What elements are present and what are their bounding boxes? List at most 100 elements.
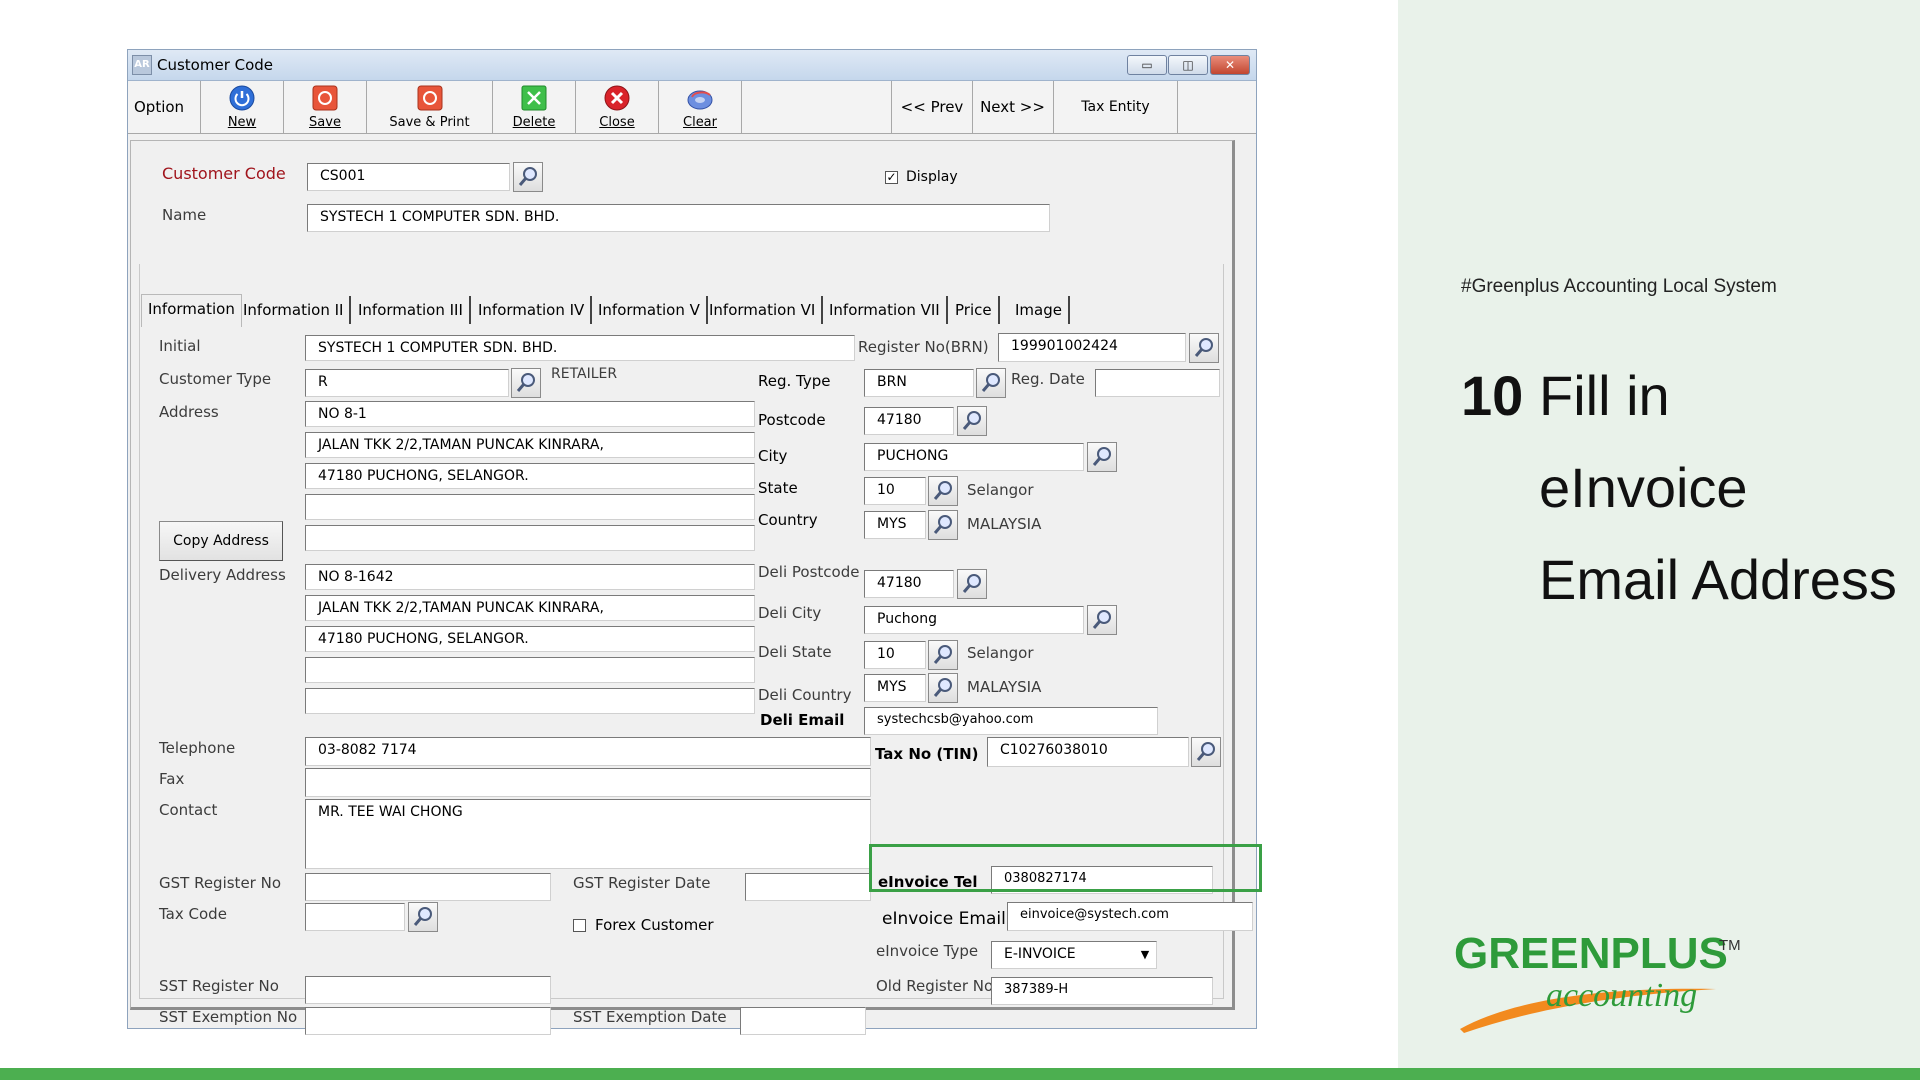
country-description: MALAYSIA	[967, 515, 1042, 533]
clear-label: Clear	[683, 115, 717, 130]
window-close-button[interactable]: ✕	[1210, 55, 1250, 75]
reg-type-search-button[interactable]	[976, 368, 1006, 398]
address-line-5[interactable]	[305, 525, 755, 551]
step-line-2: eInvoice	[1539, 456, 1748, 519]
deli-state-search-button[interactable]	[928, 640, 958, 670]
reg-type-input[interactable]: BRN	[864, 369, 974, 397]
deli-state-label: Deli State	[758, 643, 832, 661]
search-icon	[516, 373, 535, 392]
sst-exemption-no-input[interactable]	[305, 1007, 551, 1035]
name-label: Name	[162, 206, 207, 224]
city-input[interactable]: PUCHONG	[864, 443, 1084, 471]
telephone-input[interactable]: 03-8082 7174	[305, 737, 871, 766]
country-input[interactable]: MYS	[864, 511, 926, 539]
gst-register-no-label: GST Register No	[159, 874, 281, 892]
einvoice-type-select[interactable]: E-INVOICE	[991, 941, 1157, 969]
forex-customer-label: Forex Customer	[595, 916, 714, 934]
old-register-no-input[interactable]: 387389-H	[991, 977, 1213, 1005]
einvoice-email-label: eInvoice Email	[882, 909, 1006, 929]
save-button[interactable]: Save	[284, 81, 367, 133]
close-icon	[604, 85, 630, 111]
display-checkbox[interactable]: ✓	[885, 171, 898, 184]
address-line-4[interactable]	[305, 494, 755, 520]
delivery-line-1[interactable]: NO 8-1642	[305, 564, 755, 590]
einvoice-email-input[interactable]: einvoice@systech.com	[1007, 902, 1253, 931]
customer-code-label: Customer Code	[162, 164, 286, 183]
country-label: Country	[758, 511, 818, 529]
reg-date-input[interactable]	[1095, 369, 1220, 397]
gst-register-date-label: GST Register Date	[573, 874, 711, 892]
new-label: New	[227, 115, 257, 130]
city-search-button[interactable]	[1087, 442, 1117, 472]
deli-postcode-input[interactable]: 47180	[864, 570, 954, 598]
search-icon	[518, 167, 537, 186]
tax-code-search-button[interactable]	[408, 902, 438, 932]
minimize-button[interactable]: ▭	[1127, 55, 1167, 75]
contact-input[interactable]: MR. TEE WAI CHONG	[305, 799, 871, 869]
state-input[interactable]: 10	[864, 477, 926, 505]
customer-code-search-button[interactable]	[513, 162, 543, 192]
option-menu[interactable]: Option	[134, 81, 201, 133]
search-icon	[933, 678, 952, 697]
tax-entity-button[interactable]: Tax Entity	[1054, 81, 1178, 133]
initial-input[interactable]: SYSTECH 1 COMPUTER SDN. BHD.	[305, 335, 855, 361]
gst-register-date-input[interactable]	[745, 873, 871, 901]
address-line-3[interactable]: 47180 PUCHONG, SELANGOR.	[305, 463, 755, 489]
name-input[interactable]: SYSTECH 1 COMPUTER SDN. BHD.	[307, 204, 1050, 232]
fax-input[interactable]	[305, 768, 871, 797]
power-icon	[229, 85, 255, 111]
save-print-button[interactable]: Save & Print	[367, 81, 493, 133]
reg-type-label: Reg. Type	[758, 372, 831, 390]
delivery-line-2[interactable]: JALAN TKK 2/2,TAMAN PUNCAK KINRARA,	[305, 595, 755, 621]
deli-city-search-button[interactable]	[1087, 605, 1117, 635]
delivery-line-3[interactable]: 47180 PUCHONG, SELANGOR.	[305, 626, 755, 652]
close-button[interactable]: Close	[576, 81, 659, 133]
new-button[interactable]: New	[201, 81, 284, 133]
register-no-input[interactable]: 199901002424	[998, 333, 1186, 362]
sst-exemption-date-input[interactable]	[740, 1007, 866, 1035]
delete-label: Delete	[512, 115, 556, 130]
maximize-button[interactable]: ◫	[1168, 55, 1208, 75]
country-search-button[interactable]	[928, 510, 958, 540]
register-no-search-button[interactable]	[1189, 333, 1219, 363]
deli-city-input[interactable]: Puchong	[864, 606, 1084, 634]
customer-code-input[interactable]: CS001	[307, 163, 510, 191]
address-line-1[interactable]: NO 8-1	[305, 401, 755, 427]
clear-button[interactable]: Clear	[659, 81, 742, 133]
delete-button[interactable]: Delete	[493, 81, 576, 133]
register-no-label: Register No(BRN)	[858, 338, 989, 356]
save-label: Save	[309, 115, 341, 130]
deli-country-input[interactable]: MYS	[864, 674, 926, 702]
tax-code-input[interactable]	[305, 903, 405, 931]
address-line-2[interactable]: JALAN TKK 2/2,TAMAN PUNCAK KINRARA,	[305, 432, 755, 458]
app-icon: AR	[132, 55, 152, 75]
forex-customer-checkbox[interactable]	[573, 919, 586, 932]
deli-country-search-button[interactable]	[928, 673, 958, 703]
deli-country-description: MALAYSIA	[967, 678, 1042, 696]
prev-button[interactable]: << Prev	[891, 81, 973, 133]
postcode-search-button[interactable]	[957, 406, 987, 436]
delivery-line-5[interactable]	[305, 688, 755, 714]
gst-register-no-input[interactable]	[305, 873, 551, 901]
step-number: 10	[1461, 364, 1524, 427]
deli-state-description: Selangor	[967, 644, 1034, 662]
state-search-button[interactable]	[928, 476, 958, 506]
search-icon	[1092, 610, 1111, 629]
deli-postcode-search-button[interactable]	[957, 569, 987, 599]
customer-type-search-button[interactable]	[511, 368, 541, 398]
tax-no-search-button[interactable]	[1191, 737, 1221, 767]
deli-email-input[interactable]: systechcsb@yahoo.com	[864, 707, 1158, 735]
copy-address-button[interactable]: Copy Address	[159, 521, 283, 561]
postcode-input[interactable]: 47180	[864, 407, 954, 435]
toolbar: Option New Save Save & Print Delete Clos…	[128, 81, 1256, 134]
customer-type-input[interactable]: R	[305, 369, 509, 397]
delivery-line-4[interactable]	[305, 657, 755, 683]
search-icon	[933, 645, 952, 664]
logo-trademark: TM	[1719, 937, 1741, 954]
deli-state-input[interactable]: 10	[864, 641, 926, 669]
tax-no-input[interactable]: C10276038010	[987, 737, 1189, 767]
state-description: Selangor	[967, 481, 1034, 499]
sst-register-no-input[interactable]	[305, 976, 551, 1004]
next-button[interactable]: Next >>	[972, 81, 1054, 133]
chevron-down-icon[interactable]: ▼	[1135, 943, 1155, 967]
